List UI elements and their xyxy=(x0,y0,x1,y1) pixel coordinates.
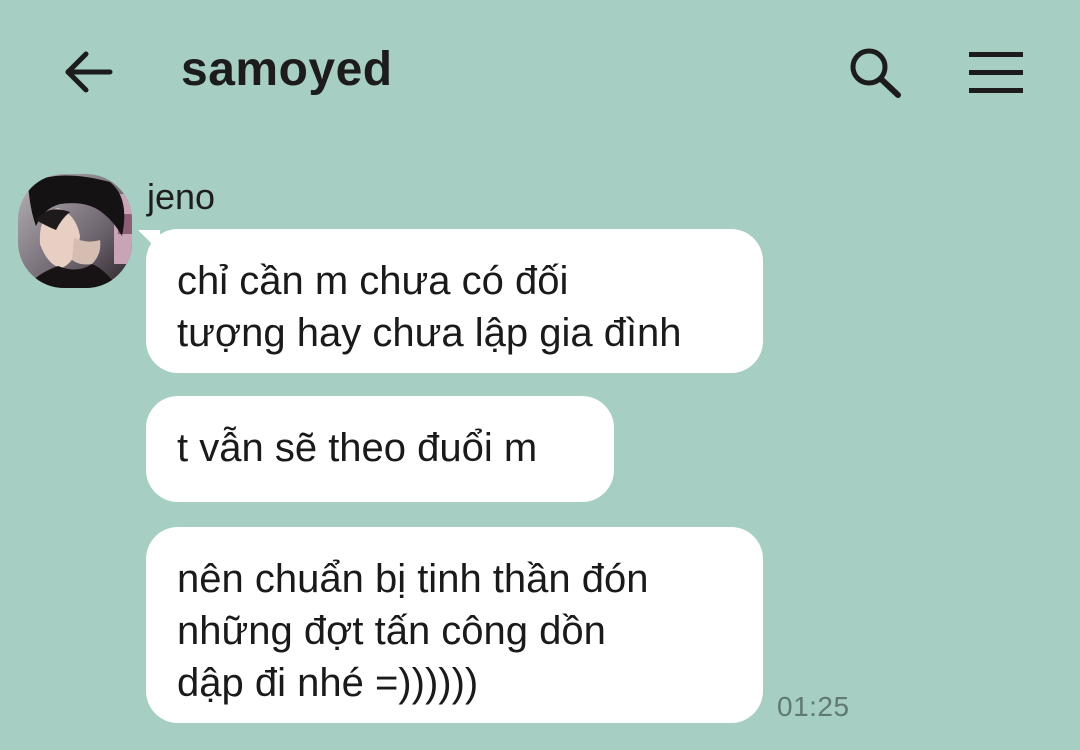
menu-button[interactable] xyxy=(962,40,1030,104)
arrow-left-icon xyxy=(65,51,113,93)
sender-name: jeno xyxy=(147,176,216,217)
message-bubble[interactable]: chỉ cần m chưa có đối tượng hay chưa lập… xyxy=(146,229,763,373)
sender-avatar[interactable] xyxy=(18,174,132,288)
hamburger-menu-icon xyxy=(969,52,1023,93)
search-button[interactable] xyxy=(842,40,908,104)
message-bubble[interactable]: nên chuẩn bị tinh thần đón những đợt tấn… xyxy=(146,527,763,723)
message-timestamp: 01:25 xyxy=(777,691,850,722)
avatar-photo xyxy=(18,174,132,288)
back-button[interactable] xyxy=(56,42,120,102)
chat-header: samoyed xyxy=(0,0,1080,140)
message-bubble[interactable]: t vẫn sẽ theo đuổi m xyxy=(146,396,614,502)
search-icon xyxy=(850,48,901,98)
chat-title: samoyed xyxy=(181,43,393,96)
